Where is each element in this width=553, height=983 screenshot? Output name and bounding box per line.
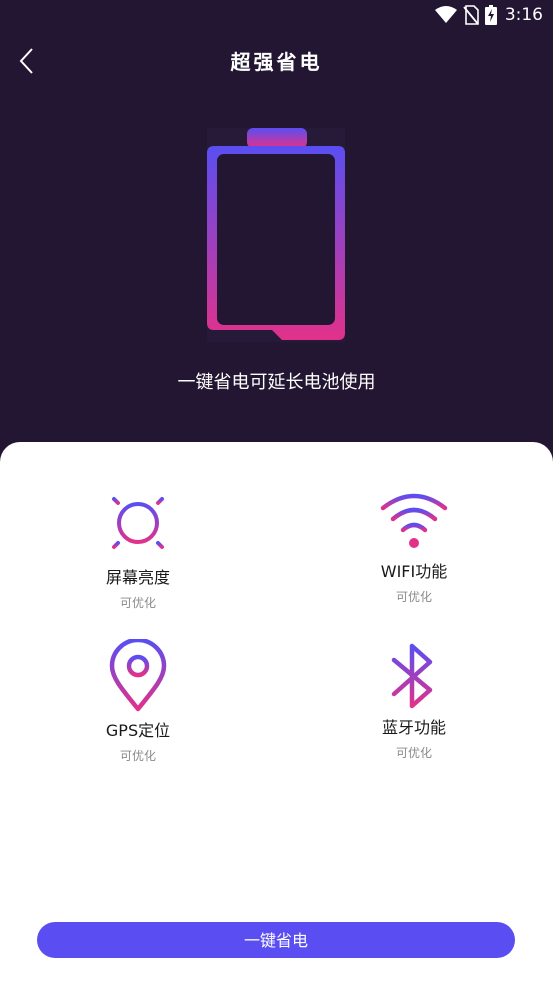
page-title: 超强省电 xyxy=(230,50,323,74)
feature-label: 蓝牙功能 xyxy=(381,718,446,737)
location-pin-icon xyxy=(109,639,167,712)
bluetooth-icon xyxy=(391,643,433,709)
one-click-save-button[interactable]: 一键省电 xyxy=(37,922,515,958)
no-sim-icon xyxy=(463,5,479,25)
feature-label: 屏幕亮度 xyxy=(105,568,170,587)
wifi-icon xyxy=(380,493,448,548)
feature-status: 可优化 xyxy=(119,749,156,763)
battery-charging-icon xyxy=(484,5,497,25)
nav-bar: 超强省电 xyxy=(0,36,553,86)
feature-label: WIFI功能 xyxy=(380,562,448,581)
feature-screen-brightness[interactable]: 屏幕亮度 可优化 xyxy=(58,486,218,611)
feature-wifi[interactable]: WIFI功能 可优化 xyxy=(334,490,494,605)
feature-status: 可优化 xyxy=(395,746,432,760)
sun-icon xyxy=(102,487,174,559)
status-icons: 3:16 xyxy=(434,4,543,26)
feature-status: 可优化 xyxy=(395,590,432,604)
features-card: 屏幕亮度 可优化 WIFI功能 可优化 GPS定位 可优化 蓝牙功能 可优化 xyxy=(0,442,553,983)
feature-status: 可优化 xyxy=(119,596,156,610)
status-bar: 3:16 xyxy=(0,0,553,30)
battery-icon xyxy=(207,128,345,342)
wifi-icon xyxy=(434,6,457,23)
hero-subtitle: 一键省电可延长电池使用 xyxy=(177,372,376,393)
status-time: 3:16 xyxy=(504,5,543,25)
feature-gps[interactable]: GPS定位 可优化 xyxy=(58,639,218,764)
feature-label: GPS定位 xyxy=(105,721,171,740)
feature-bluetooth[interactable]: 蓝牙功能 可优化 xyxy=(334,642,494,761)
